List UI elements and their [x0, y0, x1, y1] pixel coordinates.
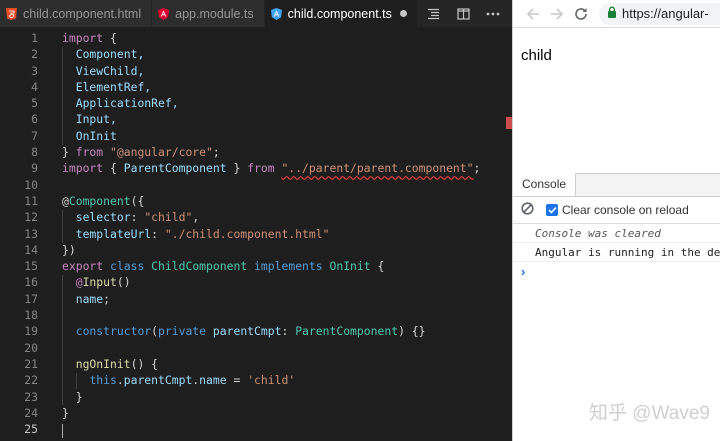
forward-arrow-icon[interactable] [545, 2, 569, 26]
tab-app-module-ts[interactable]: app.module.ts [152, 0, 265, 27]
outline-icon[interactable] [418, 0, 448, 27]
code-line: 10 [0, 177, 512, 193]
code-line: 15 export class ChildComponent implements… [0, 258, 512, 274]
back-arrow-icon[interactable] [521, 2, 545, 26]
devtools-tab-bar: Console [513, 173, 720, 197]
line-number: 6 [31, 112, 38, 127]
code-line: 16 @Input() [0, 274, 512, 290]
console-toolbar: Clear console on reload [513, 197, 720, 224]
code-line: 9 import { ParentComponent } from "../par… [0, 160, 512, 176]
editor-tab-bar: child.component.html app.module.ts child… [0, 0, 512, 27]
more-icon[interactable] [478, 0, 508, 27]
address-bar[interactable]: https://angular- [599, 2, 720, 25]
code-line: 13 templateUrl: "./child.component.html" [0, 226, 512, 242]
line-number: 20 [24, 340, 38, 355]
line-number: 15 [24, 259, 38, 274]
indent-guide [62, 275, 63, 405]
line-number: 10 [24, 177, 38, 192]
angular-icon [270, 7, 282, 20]
tab-child-component-html[interactable]: child.component.html [0, 0, 153, 27]
clear-console-icon[interactable] [521, 202, 534, 218]
unsaved-dot-icon[interactable] [399, 10, 407, 17]
line-number: 16 [24, 275, 38, 290]
indent-guide [76, 373, 77, 389]
line-number: 9 [31, 161, 38, 176]
line-number: 3 [31, 63, 38, 78]
code-line: 18 [0, 307, 512, 323]
code-line: 14}) [0, 242, 512, 258]
indent-guide [62, 47, 63, 145]
tab-label: child.component.ts [287, 6, 392, 21]
line-number: 17 [24, 291, 38, 306]
import-path-error[interactable]: "../parent/parent.component" [281, 161, 473, 175]
watermark: 知乎 @Wave9 [589, 403, 710, 424]
lock-icon [607, 6, 617, 21]
code-editor[interactable]: child.component.html app.module.ts child… [0, 0, 512, 441]
line-number: 12 [24, 210, 38, 225]
console-message: Angular is running in the dev [513, 243, 720, 262]
address-text: https://angular- [622, 6, 709, 21]
code-line: 6 Input, [0, 111, 512, 127]
console-prompt[interactable]: › [513, 262, 720, 282]
browser-window: https://angular- child Console Clear con… [512, 0, 720, 441]
indent-guide [62, 210, 63, 243]
split-editor-icon[interactable] [448, 0, 478, 27]
code-line: 21 ngOnInit() { [0, 356, 512, 372]
code-line: 17 name; [0, 291, 512, 307]
tab-label: child.component.html [23, 6, 142, 21]
line-number: 5 [31, 96, 38, 111]
clear-on-reload-label: Clear console on reload [562, 203, 689, 217]
browser-toolbar: https://angular- [513, 0, 720, 28]
line-number: 13 [24, 226, 38, 241]
tab-label: app.module.ts [175, 6, 254, 21]
text-cursor [62, 424, 63, 438]
line-number: 19 [24, 324, 38, 339]
code-line: 8} from "@angular/core"; [0, 144, 512, 160]
code-line: 23 } [0, 389, 512, 405]
code-line: 3 ViewChild, [0, 63, 512, 79]
reload-icon[interactable] [569, 2, 593, 26]
code-line: 1 import { [0, 30, 512, 46]
code-line: 24} [0, 405, 512, 421]
line-number: 21 [24, 356, 38, 371]
tab-console[interactable]: Console [513, 173, 577, 196]
code-line: 20 [0, 340, 512, 356]
tab-child-component-ts[interactable]: child.component.ts [264, 0, 418, 27]
line-number: 7 [31, 128, 38, 143]
code-line: 7 OnInit [0, 128, 512, 144]
code-line: 12 selector: "child", [0, 209, 512, 225]
line-number: 1 [31, 31, 38, 45]
code-line: 19 constructor(private parentCmpt: Paren… [0, 323, 512, 339]
clear-on-reload-checkbox[interactable] [546, 204, 558, 216]
code-line: 2 Component, [0, 46, 512, 62]
line-number: 25 [24, 422, 38, 437]
line-number: 14 [24, 242, 38, 257]
code-line: 25 [0, 421, 512, 437]
line-number: 24 [24, 405, 38, 420]
line-number: 22 [24, 373, 38, 388]
code-line: 11 @Component({ [0, 193, 512, 209]
code-line: 4 ElementRef, [0, 79, 512, 95]
console-message: Console was cleared [513, 224, 720, 243]
line-number: 11 [24, 193, 38, 208]
line-number: 18 [24, 308, 38, 323]
page-viewport: child [513, 29, 720, 172]
page-content-text: child [521, 47, 552, 64]
code-line: 5 ApplicationRef, [0, 95, 512, 111]
line-number: 2 [31, 47, 38, 62]
line-number: 23 [24, 389, 38, 404]
html5-icon [6, 7, 17, 20]
line-number: 8 [31, 145, 38, 160]
line-number: 4 [31, 79, 38, 94]
angular-icon [158, 7, 170, 20]
